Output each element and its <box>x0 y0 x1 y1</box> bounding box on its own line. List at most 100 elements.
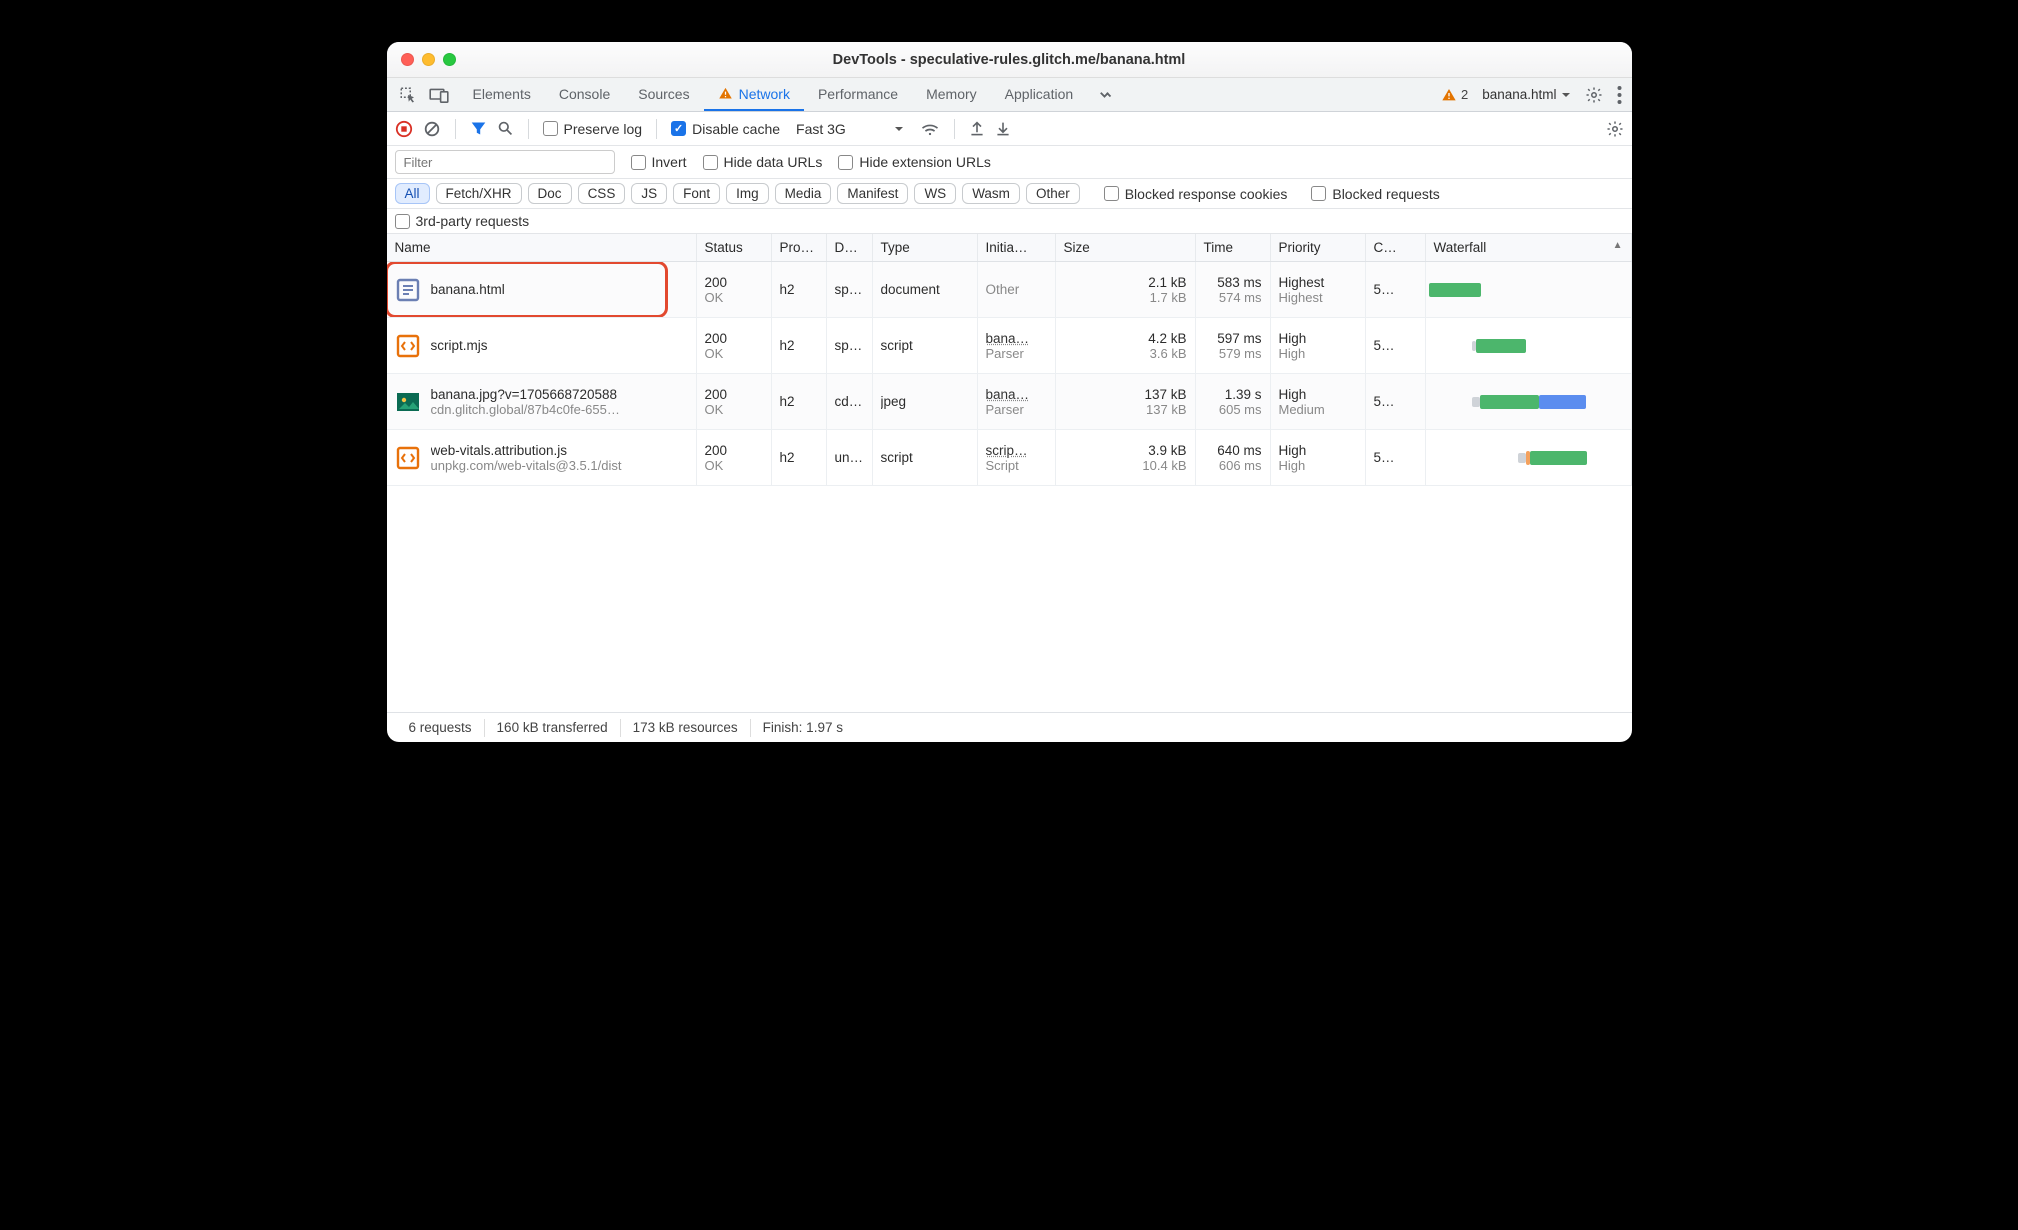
more-tabs-icon[interactable] <box>1087 86 1125 104</box>
hide-data-urls-checkbox[interactable]: Hide data URLs <box>703 154 823 170</box>
script-file-icon <box>395 333 421 359</box>
type-pill-wasm[interactable]: Wasm <box>962 183 1020 204</box>
status-cell: 200OK <box>697 430 772 485</box>
time-cell: 1.39 s605 ms <box>1196 374 1271 429</box>
column-header[interactable]: Status <box>697 234 772 261</box>
type-pill-media[interactable]: Media <box>775 183 832 204</box>
devtools-window: DevTools - speculative-rules.glitch.me/b… <box>387 42 1632 742</box>
panel-settings-gear-icon[interactable] <box>1606 120 1624 138</box>
hide-extension-urls-checkbox[interactable]: Hide extension URLs <box>838 154 991 170</box>
type-cell: jpeg <box>873 374 978 429</box>
tab-sources[interactable]: Sources <box>624 78 703 111</box>
third-party-row: 3rd-party requests <box>387 209 1632 234</box>
table-row[interactable]: web-vitals.attribution.jsunpkg.com/web-v… <box>387 430 1632 486</box>
domain-cell: un… <box>827 430 873 485</box>
type-pill-other[interactable]: Other <box>1026 183 1080 204</box>
settings-gear-icon[interactable] <box>1585 86 1603 104</box>
target-label: banana.html <box>1482 87 1556 102</box>
column-header[interactable]: D… <box>827 234 873 261</box>
column-header[interactable]: Waterfall▲ <box>1426 234 1632 261</box>
initiator-cell: bana…Parser <box>978 374 1056 429</box>
initiator-link[interactable]: bana… <box>986 387 1030 402</box>
type-pill-js[interactable]: JS <box>631 183 667 204</box>
close-window-icon[interactable] <box>401 53 414 66</box>
search-icon[interactable] <box>497 120 514 137</box>
type-pill-font[interactable]: Font <box>673 183 720 204</box>
protocol-cell: h2 <box>772 374 827 429</box>
tab-application[interactable]: Application <box>991 78 1088 111</box>
filter-icon[interactable] <box>470 120 487 137</box>
clear-button[interactable] <box>423 120 441 138</box>
titlebar: DevTools - speculative-rules.glitch.me/b… <box>387 42 1632 78</box>
invert-checkbox[interactable]: Invert <box>631 154 687 170</box>
column-header[interactable]: Name <box>387 234 697 261</box>
checkbox-icon <box>671 121 686 136</box>
type-pill-all[interactable]: All <box>395 183 430 204</box>
zoom-window-icon[interactable] <box>443 53 456 66</box>
column-header[interactable]: Priority <box>1271 234 1366 261</box>
blocked-cookies-checkbox[interactable]: Blocked response cookies <box>1104 186 1288 202</box>
column-header[interactable]: Initia… <box>978 234 1056 261</box>
kebab-menu-icon[interactable] <box>1617 86 1622 104</box>
type-pill-doc[interactable]: Doc <box>528 183 572 204</box>
initiator-link[interactable]: bana… <box>986 331 1030 346</box>
blocked-requests-checkbox[interactable]: Blocked requests <box>1311 186 1439 202</box>
sort-asc-icon: ▲ <box>1613 240 1623 251</box>
import-har-icon[interactable] <box>995 120 1011 138</box>
file-domain: cdn.glitch.global/87b4c0fe-655… <box>431 402 688 417</box>
column-header[interactable]: C… <box>1366 234 1426 261</box>
size-cell: 3.9 kB10.4 kB <box>1056 430 1196 485</box>
size-cell: 137 kB137 kB <box>1056 374 1196 429</box>
target-selector[interactable]: banana.html <box>1482 87 1570 102</box>
third-party-checkbox[interactable]: 3rd-party requests <box>395 213 1624 229</box>
minimize-window-icon[interactable] <box>422 53 435 66</box>
filter-input[interactable] <box>395 150 615 174</box>
preserve-log-label: Preserve log <box>564 121 643 137</box>
record-button[interactable] <box>395 120 413 138</box>
priority-cell: HighHigh <box>1271 318 1366 373</box>
table-header[interactable]: NameStatusPro…D…TypeInitia…SizeTimePrior… <box>387 234 1632 262</box>
status-cell: 200OK <box>697 318 772 373</box>
window-controls <box>387 53 456 66</box>
disable-cache-checkbox[interactable]: Disable cache <box>671 121 780 137</box>
tab-elements[interactable]: Elements <box>459 78 545 111</box>
domain-cell: cd… <box>827 374 873 429</box>
column-header[interactable]: Time <box>1196 234 1271 261</box>
type-pill-css[interactable]: CSS <box>578 183 626 204</box>
column-header[interactable]: Type <box>873 234 978 261</box>
file-name: script.mjs <box>431 338 688 353</box>
type-pill-fetchxhr[interactable]: Fetch/XHR <box>436 183 522 204</box>
time-cell: 583 ms574 ms <box>1196 262 1271 317</box>
column-header[interactable]: Pro… <box>772 234 827 261</box>
footer-requests: 6 requests <box>397 720 484 735</box>
throttling-select[interactable]: Fast 3G <box>790 121 910 137</box>
table-row[interactable]: banana.html200OKh2sp…documentOther2.1 kB… <box>387 262 1632 318</box>
initiator-link[interactable]: scrip… <box>986 443 1028 458</box>
network-conditions-icon[interactable] <box>920 120 940 138</box>
tab-network[interactable]: Network <box>704 78 804 111</box>
script-file-icon <box>395 445 421 471</box>
table-row[interactable]: banana.jpg?v=1705668720588cdn.glitch.glo… <box>387 374 1632 430</box>
device-toolbar-icon[interactable] <box>429 87 449 103</box>
table-row[interactable]: script.mjs200OKh2sp…scriptbana…Parser4.2… <box>387 318 1632 374</box>
footer-resources: 173 kB resources <box>621 720 750 735</box>
tab-console[interactable]: Console <box>545 78 624 111</box>
export-har-icon[interactable] <box>969 120 985 138</box>
hide-ext-label: Hide extension URLs <box>859 154 991 170</box>
blocked-cookies-label: Blocked response cookies <box>1125 186 1288 202</box>
type-pill-img[interactable]: Img <box>726 183 769 204</box>
inspect-element-icon[interactable] <box>399 86 417 104</box>
tab-performance[interactable]: Performance <box>804 78 912 111</box>
column-header[interactable]: Size <box>1056 234 1196 261</box>
waterfall-cell <box>1426 430 1632 485</box>
preserve-log-checkbox[interactable]: Preserve log <box>543 121 643 137</box>
type-pill-ws[interactable]: WS <box>914 183 956 204</box>
time-cell: 640 ms606 ms <box>1196 430 1271 485</box>
footer-transferred: 160 kB transferred <box>485 720 620 735</box>
waterfall-cell <box>1426 318 1632 373</box>
protocol-cell: h2 <box>772 262 827 317</box>
disable-cache-label: Disable cache <box>692 121 780 137</box>
tab-memory[interactable]: Memory <box>912 78 991 111</box>
type-pill-manifest[interactable]: Manifest <box>837 183 908 204</box>
warnings-count[interactable]: 2 <box>1441 87 1468 103</box>
